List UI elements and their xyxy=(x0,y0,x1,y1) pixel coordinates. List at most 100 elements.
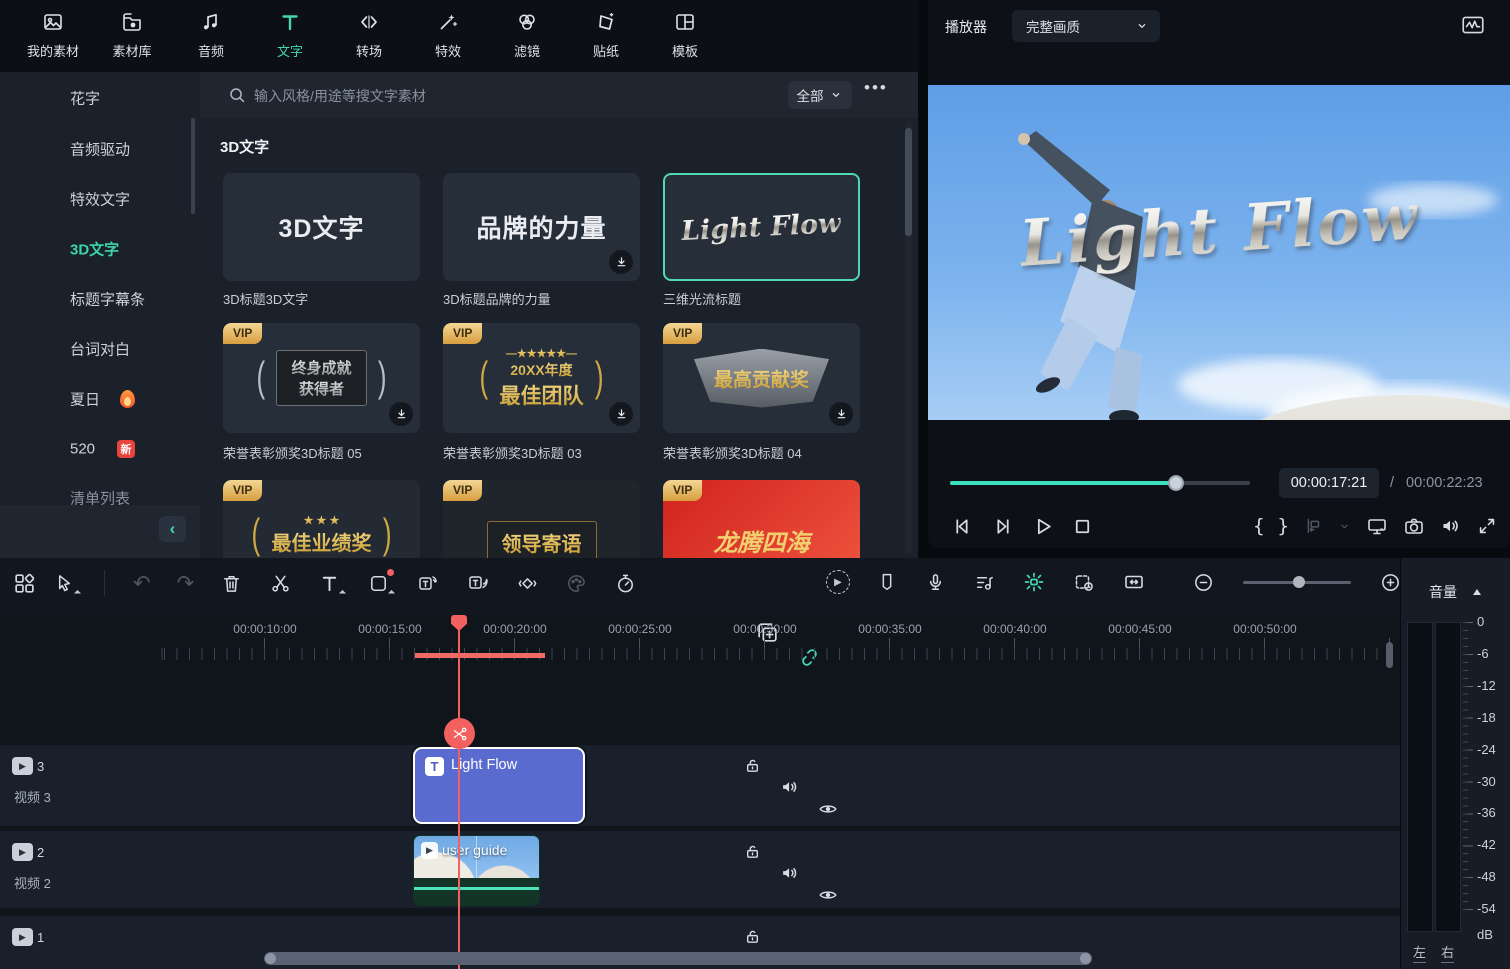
mark-out-button[interactable]: } xyxy=(1278,515,1289,537)
tab-stock-media[interactable]: 素材库 xyxy=(103,10,161,60)
sidebar-item-title-caption[interactable]: 标题字幕条 xyxy=(70,289,145,310)
track-lock-button[interactable] xyxy=(52,841,1452,862)
zoom-out-button[interactable] xyxy=(1192,571,1215,594)
timeline-horizontal-scrollbar[interactable] xyxy=(264,952,1092,965)
track-thumb: ▶3 xyxy=(12,757,44,775)
search-input[interactable] xyxy=(252,80,736,112)
fit-timeline-button[interactable] xyxy=(1122,570,1146,594)
sidebar-item-3d-text[interactable]: 3D文字 xyxy=(70,239,119,260)
zoom-slider-knob[interactable] xyxy=(1293,576,1305,588)
track-thumb: ▶2 xyxy=(12,843,44,861)
template-card-brand-power[interactable]: 品牌的力量 xyxy=(443,173,640,281)
track-lock-button[interactable] xyxy=(52,926,1452,947)
snap-toggle-button[interactable] xyxy=(1022,570,1046,594)
video-clip-user-guide[interactable]: ▶ user guide xyxy=(413,835,540,906)
jump-to-playhead-button[interactable] xyxy=(1302,515,1324,537)
sidebar-scrollbar[interactable] xyxy=(191,118,195,214)
select-tool-button[interactable] xyxy=(53,572,76,595)
media-layout-button[interactable] xyxy=(12,571,37,596)
tab-templates[interactable]: 模板 xyxy=(656,10,714,60)
text-to-speech-button[interactable] xyxy=(466,571,490,595)
undo-button[interactable]: ↶ xyxy=(133,571,151,596)
template-card-3d-text[interactable]: 3D文字 xyxy=(223,173,420,281)
scopes-button[interactable] xyxy=(1458,12,1488,38)
mirror-display-button[interactable] xyxy=(1365,514,1389,538)
sidebar-item-dialogue[interactable]: 台词对白 xyxy=(70,339,130,360)
more-options-button[interactable]: ••• xyxy=(864,78,888,98)
tab-stickers[interactable]: 贴纸 xyxy=(577,10,635,60)
snapshot-button[interactable] xyxy=(1402,514,1426,538)
template-card-award-04[interactable]: 最高贡献奖 VIP xyxy=(663,323,860,433)
volume-panel-title[interactable]: 音量 xyxy=(1429,582,1457,602)
template-card-light-flow[interactable]: Light Flow xyxy=(663,173,860,281)
download-button[interactable] xyxy=(609,402,633,426)
tab-transitions[interactable]: 转场 xyxy=(340,10,398,60)
playhead-line[interactable] xyxy=(458,615,460,969)
mark-in-button[interactable]: { xyxy=(1253,515,1264,537)
download-button[interactable] xyxy=(829,402,853,426)
speech-to-text-button[interactable] xyxy=(416,571,440,595)
color-palette-button[interactable] xyxy=(565,572,588,595)
track-visibility-button[interactable] xyxy=(128,884,1510,906)
player-panel: 播放器 完整画质 xyxy=(928,0,1510,548)
tab-filters[interactable]: 滤镜 xyxy=(498,10,556,60)
template-card-best-performance[interactable]: ★ ★ ★ 最佳业绩奖 VIP xyxy=(223,480,420,558)
section-title: 3D文字 xyxy=(220,136,269,157)
track-thumb: ▶1 xyxy=(12,928,44,946)
clip-duration-button[interactable] xyxy=(1072,570,1096,594)
template-card-award-03[interactable]: —★★★★★— 20XX年度 最佳团队 VIP xyxy=(443,323,640,433)
template-card-award-05[interactable]: 终身成就 获得者 VIP xyxy=(223,323,420,433)
download-button[interactable] xyxy=(609,250,633,274)
jump-options-caret[interactable] xyxy=(1337,519,1352,534)
next-frame-button[interactable] xyxy=(990,514,1015,539)
tab-my-media[interactable]: 我的素材 xyxy=(24,10,82,60)
playback-slider-knob[interactable] xyxy=(1168,475,1184,491)
tab-effects[interactable]: 特效 xyxy=(419,10,477,60)
selected-clip-range-indicator xyxy=(415,653,545,658)
tab-text[interactable]: 文字 xyxy=(261,10,319,60)
track-lock-button[interactable] xyxy=(52,755,1452,776)
render-preview-button[interactable]: ▶ xyxy=(826,570,850,594)
track-number: 1 xyxy=(37,930,44,945)
split-button[interactable] xyxy=(269,572,292,595)
timeline-zoom-slider[interactable] xyxy=(1243,581,1351,584)
timeline-vertical-scrollbar[interactable] xyxy=(1386,642,1393,668)
grid-scrollbar-thumb[interactable] xyxy=(905,128,912,236)
zoom-in-button[interactable] xyxy=(1379,571,1402,594)
filter-dropdown[interactable]: 全部 xyxy=(788,81,852,109)
sidebar-item-summer[interactable]: 夏日 xyxy=(70,389,100,410)
play-button[interactable] xyxy=(1030,514,1055,539)
track-visibility-button[interactable] xyxy=(128,798,1510,820)
meter-scale-label: -6 xyxy=(1477,646,1489,661)
voiceover-button[interactable] xyxy=(924,571,947,594)
sidebar-item-520[interactable]: 520 xyxy=(70,441,95,458)
quality-dropdown[interactable]: 完整画质 xyxy=(1012,10,1160,42)
track-mute-button[interactable] xyxy=(90,776,1490,798)
audio-mixer-button[interactable] xyxy=(973,571,996,594)
keyframe-button[interactable] xyxy=(516,572,539,595)
tab-audio[interactable]: 音频 xyxy=(182,10,240,60)
video-preview[interactable]: Light Flow xyxy=(928,85,1510,420)
download-button[interactable] xyxy=(389,402,413,426)
collapse-sidebar-button[interactable]: ‹ xyxy=(159,516,186,542)
track-mute-button[interactable] xyxy=(90,862,1490,884)
template-card-leader-message[interactable]: 领导寄语 VIP xyxy=(443,480,640,558)
sidebar-item-audio-driven[interactable]: 音频驱动 xyxy=(70,139,130,160)
text-tool-button[interactable] xyxy=(318,572,341,595)
text-clip-light-flow[interactable]: T Light Flow xyxy=(413,747,585,824)
speed-timer-button[interactable] xyxy=(614,572,637,595)
mute-button[interactable] xyxy=(1439,514,1463,538)
previous-frame-button[interactable] xyxy=(950,514,975,539)
card-label: 荣誉表彰颁奖3D标题 05 xyxy=(223,443,362,462)
mask-crop-button[interactable] xyxy=(367,572,390,595)
delete-button[interactable] xyxy=(220,572,243,595)
sidebar-item-effect-text[interactable]: 特效文字 xyxy=(70,189,130,210)
template-card-dragon[interactable]: 龙腾四海 VIP xyxy=(663,480,860,558)
redo-button[interactable]: ↷ xyxy=(177,571,195,596)
fullscreen-button[interactable] xyxy=(1476,515,1498,537)
marker-button[interactable] xyxy=(876,571,898,593)
split-at-playhead-button[interactable] xyxy=(444,718,475,749)
stop-button[interactable] xyxy=(1070,514,1095,539)
sidebar-item-huazi[interactable]: 花字 xyxy=(70,88,100,109)
collapse-volume-icon[interactable] xyxy=(1473,589,1481,595)
